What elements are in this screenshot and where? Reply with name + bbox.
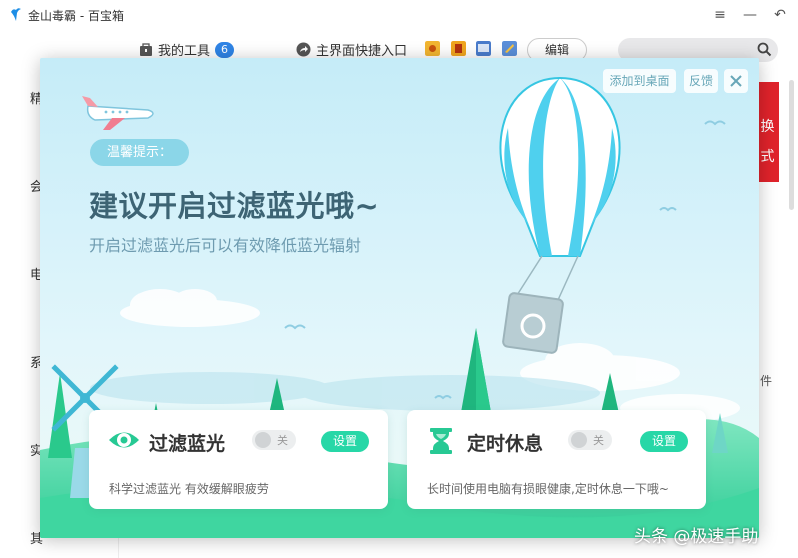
title-bar: 金山毒霸 - 百宝箱 ≡ — ↶ — [0, 0, 798, 30]
minimize-button[interactable]: — — [740, 5, 760, 25]
blue-light-filter-title: 过滤蓝光 — [149, 433, 226, 455]
blue-light-filter-card: 过滤蓝光 关 设置 科学过滤蓝光 有效缓解眼疲劳 — [89, 410, 388, 509]
eye-icon — [109, 432, 139, 448]
search-icon[interactable] — [757, 42, 772, 57]
promo-banner[interactable]: 换 式 — [756, 82, 779, 182]
timed-rest-title: 定时休息 — [467, 433, 544, 455]
toggle-knob — [255, 432, 271, 448]
close-button[interactable] — [724, 69, 748, 93]
tip-label: 温馨提示： — [90, 139, 189, 166]
promo-banner-text-2: 式 — [760, 149, 775, 165]
timed-rest-card: 定时休息 关 设置 长时间使用电脑有损眼健康,定时休息一下哦~ — [407, 410, 706, 509]
my-tools-tab[interactable]: 我的工具 6 — [139, 40, 235, 59]
app-logo-icon — [11, 8, 21, 21]
shortcut-tool-icon-4[interactable] — [502, 41, 517, 56]
close-icon — [730, 75, 742, 87]
timed-rest-toggle[interactable]: 关 — [568, 430, 612, 450]
shortcut-tool-icon-1[interactable] — [425, 41, 440, 56]
hourglass-icon — [430, 428, 452, 454]
window-title: 金山毒霸 - 百宝箱 — [28, 9, 124, 23]
menu-button[interactable]: ≡ — [710, 5, 730, 25]
background-item-text: 件 — [760, 374, 773, 388]
toolbox-icon — [140, 42, 152, 56]
toggle-state-label: 关 — [277, 434, 288, 447]
add-to-desktop-button[interactable]: 添加到桌面 — [603, 69, 676, 93]
timed-rest-description: 长时间使用电脑有损眼健康,定时休息一下哦~ — [427, 482, 669, 496]
blue-light-filter-toggle[interactable]: 关 — [252, 430, 296, 450]
dialog-headline: 建议开启过滤蓝光哦~ — [89, 189, 380, 223]
tools-count-badge: 6 — [215, 41, 235, 58]
blue-light-filter-dialog: 添加到桌面 反馈 温馨提示： 建议开启过滤蓝光哦~ 开启过滤蓝光后可以有效降低蓝… — [40, 58, 759, 538]
shortcut-tool-icon-3[interactable] — [476, 41, 491, 56]
shortcut-label: 主界面快捷入口 — [316, 44, 408, 59]
toggle-state-label: 关 — [593, 434, 604, 447]
shortcut-entry-tab[interactable]: 主界面快捷入口 — [296, 40, 407, 59]
watermark-text: 头条 @极速手助 — [634, 527, 759, 547]
restore-button[interactable]: ↶ — [770, 5, 790, 25]
timed-rest-settings-button[interactable]: 设置 — [640, 431, 688, 452]
share-arrow-icon — [296, 42, 311, 57]
shortcut-tool-icon-2[interactable] — [451, 41, 466, 56]
promo-banner-text-1: 换 — [760, 119, 775, 135]
my-tools-label: 我的工具 — [158, 44, 211, 59]
blue-light-filter-description: 科学过滤蓝光 有效缓解眼疲劳 — [109, 482, 269, 496]
toggle-knob — [571, 432, 587, 448]
blue-light-settings-button[interactable]: 设置 — [321, 431, 369, 452]
dialog-subtitle: 开启过滤蓝光后可以有效降低蓝光辐射 — [89, 236, 362, 255]
feedback-button[interactable]: 反馈 — [684, 69, 718, 93]
scrollbar[interactable] — [789, 80, 794, 210]
